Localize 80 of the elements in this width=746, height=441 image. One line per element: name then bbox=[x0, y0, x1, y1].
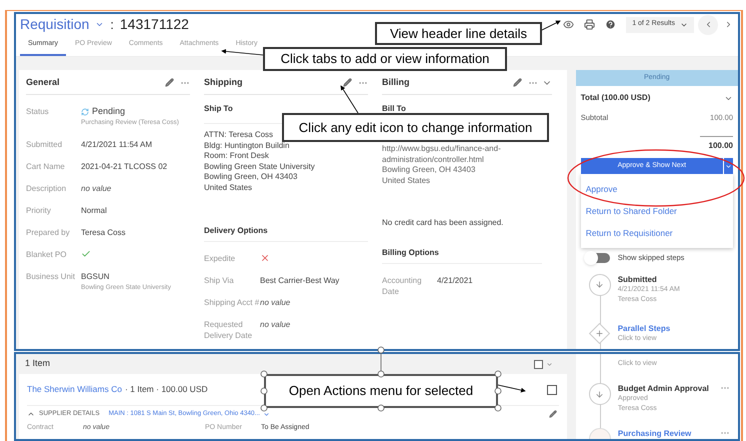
menu-item[interactable]: Return to Requisitioner bbox=[580, 222, 733, 244]
address-line: Bldg: Huntington Buildin bbox=[204, 140, 290, 151]
section-title: General bbox=[26, 76, 61, 89]
supplier-link[interactable]: The Sherwin Williams Co bbox=[27, 383, 122, 396]
callout-box: Open Actions menu for selected bbox=[264, 374, 498, 408]
address-line: http://www.bgsu.edu/finance-and-administration/controller.html bbox=[382, 144, 502, 165]
field-label: Blanket PO bbox=[26, 249, 68, 260]
field-label: Requested Delivery Date bbox=[204, 319, 254, 341]
leader-line bbox=[340, 85, 358, 114]
pending-icon bbox=[81, 108, 89, 116]
field-label: Priority bbox=[26, 205, 52, 216]
field-label: Ship Via bbox=[204, 275, 235, 286]
field-label: Cart Name bbox=[26, 161, 66, 172]
separator: : bbox=[110, 16, 114, 34]
select-checkbox[interactable] bbox=[546, 384, 557, 394]
callout-box: Click tabs to add or view information bbox=[263, 47, 507, 71]
actions-dropdown-button[interactable] bbox=[723, 158, 733, 174]
caret-icon[interactable] bbox=[262, 410, 270, 418]
field-value: no value bbox=[260, 297, 290, 308]
address-line: United States bbox=[382, 176, 432, 186]
field-value: BGSUN bbox=[81, 271, 110, 282]
field-value: 4/21/2021 bbox=[437, 275, 473, 286]
edit-icon[interactable] bbox=[548, 410, 557, 418]
field-value: no value bbox=[81, 183, 112, 194]
section-title: Billing bbox=[382, 76, 410, 89]
field-value: Teresa Coss bbox=[81, 227, 126, 238]
menu-item[interactable]: Return to Shared Folder bbox=[580, 200, 733, 222]
address-line: Bowling Green, OH 43403 bbox=[204, 172, 298, 182]
step-title[interactable]: Parallel Steps bbox=[618, 324, 733, 334]
callout-box: View header line details bbox=[375, 22, 542, 45]
field-value: Best Carrier-Best Way bbox=[260, 275, 340, 286]
edit-icon[interactable] bbox=[165, 78, 174, 87]
toggle-switch[interactable] bbox=[586, 252, 610, 263]
field-value: 4/21/2021 11:54 AM bbox=[81, 139, 152, 150]
address-line: Bowling Green, OH 43403 bbox=[382, 165, 476, 176]
credit-card-note: No credit card has been assigned. bbox=[382, 217, 504, 229]
total-label: Total (100.00 USD) bbox=[580, 92, 650, 104]
address-line: Room: Front Desk bbox=[204, 151, 270, 162]
leader-line bbox=[542, 20, 561, 30]
requisition-number: 143171122 bbox=[120, 15, 189, 34]
help-icon[interactable] bbox=[605, 19, 616, 30]
step-title[interactable]: Purchasing Review bbox=[618, 429, 713, 439]
subsection-title: Bill To bbox=[382, 104, 406, 113]
address-line: United States bbox=[204, 182, 254, 193]
total-value: 100.00 bbox=[700, 136, 733, 152]
address-line: Bowling Green State University bbox=[204, 162, 316, 172]
field-label: Accounting Date bbox=[382, 275, 423, 297]
field-value: Normal bbox=[81, 205, 107, 216]
leader-line bbox=[498, 384, 526, 392]
field-label: Expedite bbox=[204, 253, 236, 264]
document-type-dropdown[interactable]: Requisition bbox=[20, 14, 90, 35]
caret-icon[interactable] bbox=[95, 20, 104, 29]
print-icon[interactable] bbox=[584, 19, 596, 30]
field-value: 2021-04-21 TLCOSS 02 bbox=[81, 161, 168, 172]
step-title: Submitted bbox=[618, 274, 658, 284]
supplier-summary: · 1 Item · 100.00 USD bbox=[124, 383, 208, 396]
edit-icon[interactable] bbox=[343, 78, 352, 87]
subsection-title: Billing Options bbox=[382, 248, 439, 257]
caret-icon[interactable] bbox=[546, 360, 553, 368]
subsection-title: Ship To bbox=[204, 104, 233, 113]
items-count-title: 1 Item bbox=[25, 357, 52, 370]
field-label: Submitted bbox=[26, 139, 64, 150]
field-label: Shipping Acct # bbox=[204, 297, 260, 308]
eye-icon[interactable] bbox=[563, 19, 574, 30]
field-value: no value bbox=[260, 319, 290, 330]
field-label: Description bbox=[26, 183, 68, 194]
collapse-icon[interactable] bbox=[27, 410, 35, 418]
edit-icon[interactable] bbox=[513, 78, 522, 87]
field-label: Prepared by bbox=[26, 227, 71, 238]
callout-box: Click any edit icon to change information bbox=[282, 113, 549, 142]
step-title: Budget Admin Approval bbox=[618, 384, 710, 394]
leader-line bbox=[221, 49, 264, 56]
field-value: Pending bbox=[92, 106, 126, 117]
select-all-checkbox[interactable] bbox=[534, 360, 543, 368]
section-title: Shipping bbox=[204, 76, 244, 89]
subsection-title: Delivery Options bbox=[204, 226, 268, 235]
caret-icon bbox=[725, 162, 732, 170]
field-label: Status bbox=[26, 106, 50, 118]
menu-item[interactable]: Approve bbox=[580, 178, 733, 200]
field-label: Business Unit bbox=[26, 271, 76, 283]
